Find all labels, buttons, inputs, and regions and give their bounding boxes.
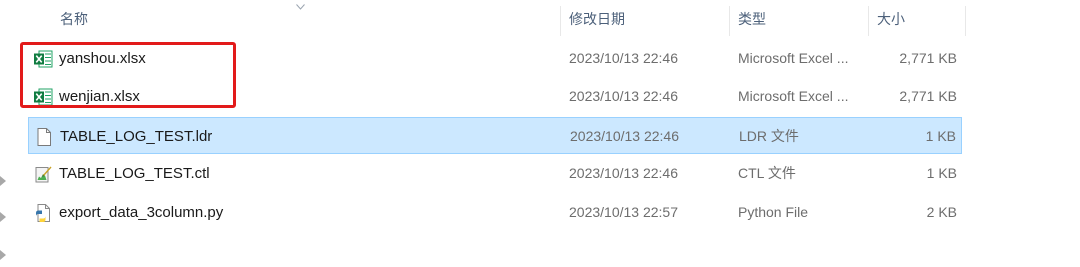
- file-row-selected[interactable]: TABLE_LOG_TEST.ldr 2023/10/13 22:46 LDR …: [28, 117, 962, 154]
- file-date-modified: 2023/10/13 22:46: [569, 88, 678, 104]
- column-header-name[interactable]: 名称: [60, 0, 88, 36]
- file-type: Python File: [738, 204, 809, 220]
- python-file-icon: [36, 204, 50, 222]
- file-name: TABLE_LOG_TEST.ctl: [59, 165, 210, 182]
- annotation-highlight-box: [20, 42, 236, 108]
- column-header-size[interactable]: 大小: [877, 0, 905, 36]
- expand-arrow-icon[interactable]: [0, 250, 6, 260]
- file-date-modified: 2023/10/13 22:46: [569, 50, 678, 66]
- navigation-pane-edge: [0, 0, 14, 267]
- column-divider[interactable]: [560, 6, 561, 36]
- file-date-modified: 2023/10/13 22:46: [569, 165, 678, 181]
- column-header: 名称 修改日期 类型 大小: [0, 0, 1080, 36]
- blank-file-icon: [37, 128, 51, 146]
- file-size: 1 KB: [925, 128, 956, 144]
- file-name: export_data_3column.py: [59, 204, 224, 221]
- column-divider[interactable]: [729, 6, 730, 36]
- file-type: CTL 文件: [738, 165, 796, 181]
- column-divider[interactable]: [868, 6, 869, 36]
- file-size: 2,771 KB: [899, 50, 957, 66]
- file-size: 2,771 KB: [899, 88, 957, 104]
- ctl-file-icon: [35, 166, 52, 183]
- file-type: Microsoft Excel ...: [738, 50, 849, 66]
- file-type: LDR 文件: [739, 128, 799, 144]
- file-row[interactable]: TABLE_LOG_TEST.ctl 2023/10/13 22:46 CTL …: [28, 155, 962, 192]
- file-size: 1 KB: [926, 165, 957, 181]
- file-name: TABLE_LOG_TEST.ldr: [60, 128, 213, 145]
- expand-arrow-icon[interactable]: [0, 176, 6, 186]
- file-date-modified: 2023/10/13 22:46: [570, 128, 679, 144]
- file-row[interactable]: export_data_3column.py 2023/10/13 22:57 …: [28, 194, 962, 231]
- column-header-date[interactable]: 修改日期: [569, 0, 625, 36]
- expand-arrow-icon[interactable]: [0, 212, 6, 222]
- file-type: Microsoft Excel ...: [738, 88, 849, 104]
- column-header-type[interactable]: 类型: [738, 0, 766, 36]
- column-divider[interactable]: [965, 6, 966, 36]
- file-date-modified: 2023/10/13 22:57: [569, 204, 678, 220]
- sort-chevron-icon: [296, 4, 305, 10]
- file-size: 2 KB: [926, 204, 957, 220]
